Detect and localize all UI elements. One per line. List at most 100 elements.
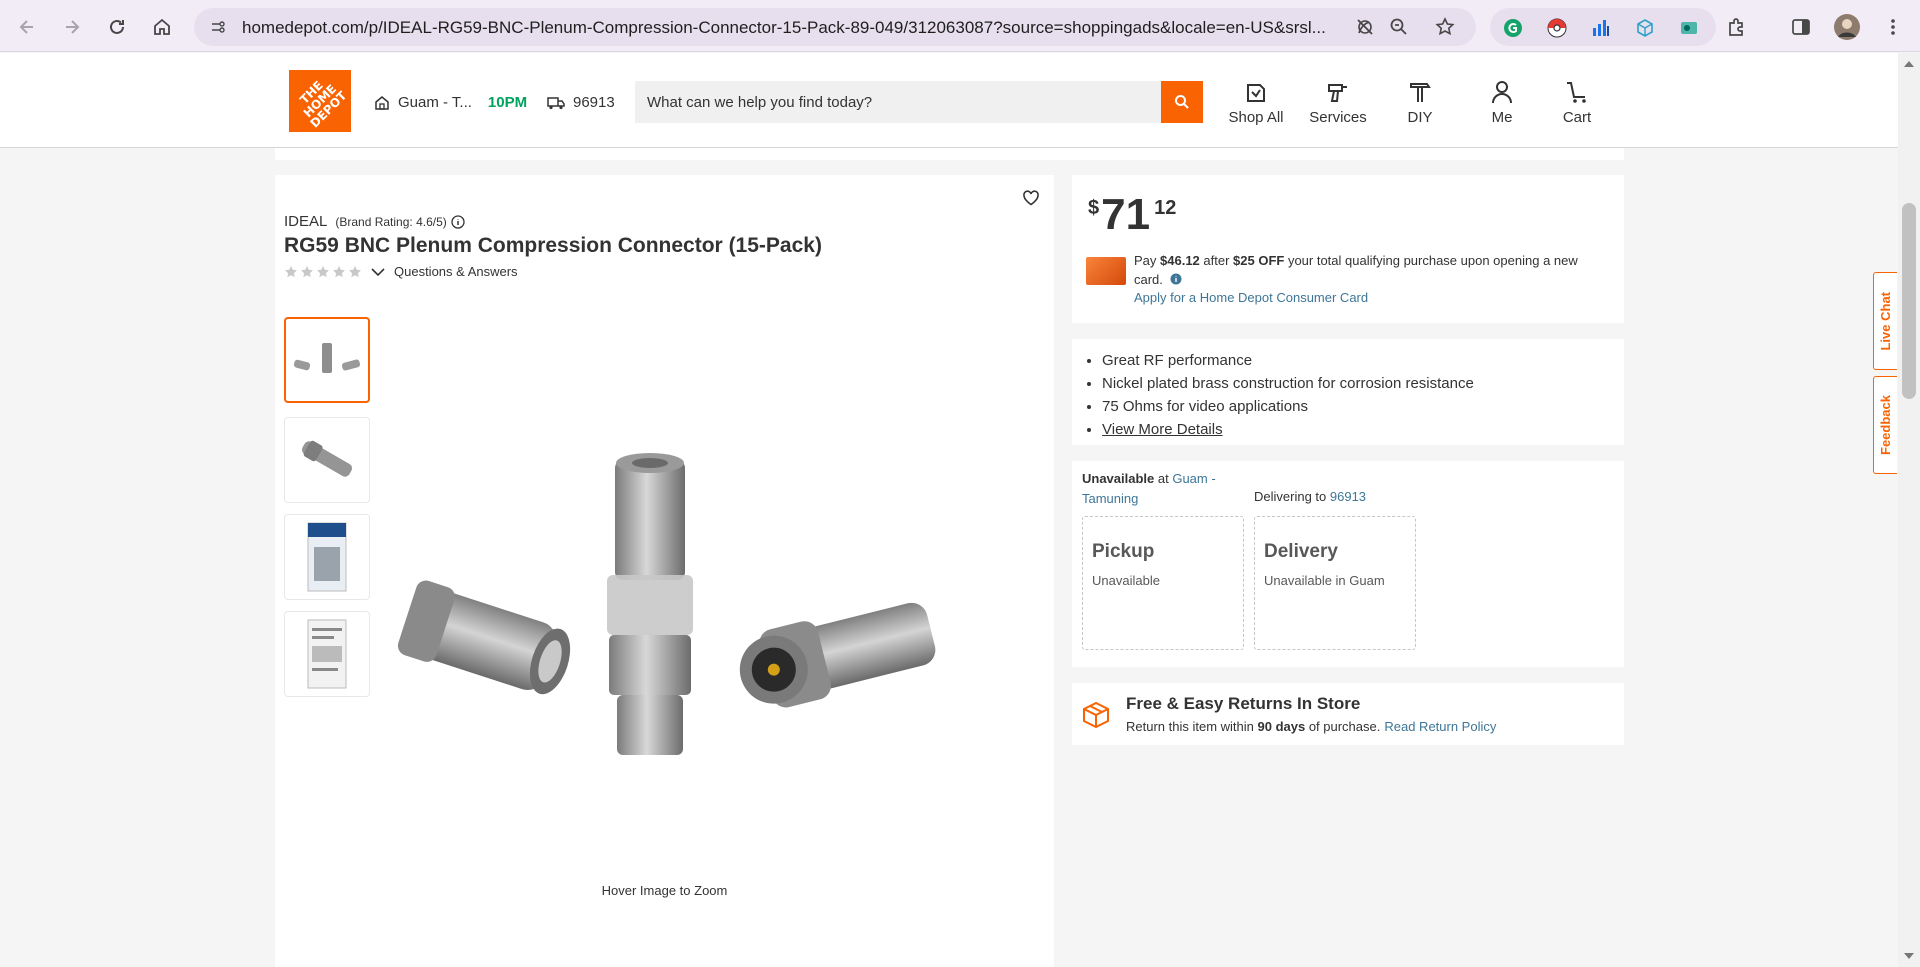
side-panel-button[interactable] xyxy=(1786,12,1816,42)
price: $ 71 12 xyxy=(1088,193,1176,237)
crystal-extension-icon[interactable] xyxy=(1634,17,1656,39)
tracking-protection-icon[interactable] xyxy=(1354,16,1376,38)
package-back-thumbnail-image xyxy=(307,619,347,689)
favorite-heart-icon[interactable] xyxy=(1022,189,1044,211)
delivery-zip-selector[interactable]: 96913 xyxy=(547,94,615,111)
thumbnail-3[interactable] xyxy=(284,514,370,600)
thumbnail-4[interactable] xyxy=(284,611,370,697)
search-icon xyxy=(1175,95,1189,109)
site-info-icon[interactable] xyxy=(206,15,230,39)
delivery-zip-link[interactable]: 96913 xyxy=(1330,489,1366,504)
cart-label: Cart xyxy=(1562,109,1592,126)
cart-button[interactable]: Cart xyxy=(1541,79,1613,126)
price-cents: 12 xyxy=(1154,197,1177,219)
star-icon[interactable] xyxy=(284,265,298,279)
search-button[interactable] xyxy=(1161,81,1203,123)
returns-text: Return this item within 90 days of purch… xyxy=(1126,719,1496,734)
promo-after: after xyxy=(1199,253,1234,268)
live-chat-tab[interactable]: Live Chat xyxy=(1873,272,1897,370)
extensions-area xyxy=(1490,8,1716,46)
address-bar[interactable]: homedepot.com/p/IDEAL-RG59-BNC-Plenum-Co… xyxy=(194,8,1476,46)
forward-button[interactable] xyxy=(55,10,89,44)
view-more-details-link[interactable]: View More Details xyxy=(1102,421,1223,438)
rating-row: Questions & Answers xyxy=(284,264,518,279)
search-box xyxy=(635,81,1161,123)
chevron-down-icon[interactable] xyxy=(370,265,386,279)
thumbnail-2[interactable] xyxy=(284,417,370,503)
site-header: THE HOME DEPOT Guam - T... 10PM 96913 Sh… xyxy=(0,53,1898,148)
scroll-thumb[interactable] xyxy=(1902,203,1916,399)
thumbnail-1[interactable] xyxy=(284,317,370,403)
home-button[interactable] xyxy=(145,10,179,44)
price-dollars: 71 xyxy=(1101,190,1151,239)
star-icon[interactable] xyxy=(332,265,346,279)
home-icon xyxy=(154,18,170,35)
breadcrumb-strip xyxy=(275,148,1624,160)
returns-text-before: Return this item within xyxy=(1126,719,1258,734)
screenshot-extension-icon[interactable] xyxy=(1678,17,1700,39)
credit-card-image xyxy=(1086,257,1126,285)
scroll-up-arrow-icon[interactable] xyxy=(1904,61,1914,67)
bookmark-star-icon[interactable] xyxy=(1434,16,1456,38)
pickup-status: Unavailable xyxy=(1092,573,1160,588)
product-title: RG59 BNC Plenum Compression Connector (1… xyxy=(284,234,822,257)
cart-icon xyxy=(1567,82,1586,103)
scroll-down-arrow-icon[interactable] xyxy=(1904,953,1914,959)
main-product-image[interactable] xyxy=(385,445,945,795)
delivery-option[interactable]: Delivery Unavailable in Guam xyxy=(1254,516,1416,650)
side-panel-icon xyxy=(1792,19,1810,35)
back-button[interactable] xyxy=(10,10,44,44)
reload-button[interactable] xyxy=(100,10,134,44)
pickup-option[interactable]: Pickup Unavailable xyxy=(1082,516,1244,650)
search-input[interactable] xyxy=(635,81,1161,123)
feedback-tab[interactable]: Feedback xyxy=(1873,376,1897,474)
grammarly-icon[interactable] xyxy=(1502,17,1524,39)
store-hours: 10PM xyxy=(487,94,528,111)
at-text: at xyxy=(1154,471,1173,486)
browser-menu-button[interactable] xyxy=(1878,12,1908,42)
diy-label: DIY xyxy=(1407,109,1433,126)
package-thumbnail-image xyxy=(307,522,347,592)
returns-days: 90 days xyxy=(1257,719,1306,734)
extensions-puzzle-button[interactable] xyxy=(1722,12,1752,42)
questions-answers-link[interactable]: Questions & Answers xyxy=(394,264,518,279)
services-button[interactable]: Services xyxy=(1302,79,1374,126)
returns-card: Free & Easy Returns In Store Return this… xyxy=(1072,683,1624,745)
info-icon[interactable] xyxy=(451,214,465,229)
feature-item: 75 Ohms for video applications xyxy=(1102,395,1474,418)
availability-card: Unavailable at Guam - Tamuning Deliverin… xyxy=(1072,461,1624,667)
browser-toolbar: homedepot.com/p/IDEAL-RG59-BNC-Plenum-Co… xyxy=(0,0,1920,52)
star-icon[interactable] xyxy=(348,265,362,279)
page-scrollbar[interactable] xyxy=(1898,53,1920,967)
feature-item: Nickel plated brass construction for cor… xyxy=(1102,372,1474,395)
zoom-icon[interactable] xyxy=(1388,16,1410,38)
info-icon[interactable] xyxy=(1170,273,1182,285)
star-icon[interactable] xyxy=(316,265,330,279)
apply-card-link[interactable]: Apply for a Home Depot Consumer Card xyxy=(1134,290,1368,305)
price-card: $ 71 12 Pay $46.12 after $25 OFF your to… xyxy=(1072,175,1624,323)
feature-item: Great RF performance xyxy=(1102,349,1474,372)
pickup-title: Pickup xyxy=(1092,541,1155,562)
shop-all-icon xyxy=(1247,84,1265,102)
home-depot-logo[interactable]: THE HOME DEPOT xyxy=(289,70,351,132)
profile-avatar-button[interactable] xyxy=(1832,12,1862,42)
account-button[interactable]: Me xyxy=(1466,79,1538,126)
diy-button[interactable]: DIY xyxy=(1384,79,1456,126)
pokeball-extension-icon[interactable] xyxy=(1546,17,1568,39)
puzzle-icon xyxy=(1729,18,1743,36)
url-text[interactable]: homedepot.com/p/IDEAL-RG59-BNC-Plenum-Co… xyxy=(242,18,1342,38)
feedback-label: Feedback xyxy=(1878,395,1893,455)
store-availability: Unavailable at Guam - Tamuning xyxy=(1082,469,1232,509)
reload-icon xyxy=(110,19,124,34)
analytics-extension-icon[interactable] xyxy=(1590,17,1612,39)
delivering-to-label: Delivering to xyxy=(1254,489,1330,504)
unavailable-label: Unavailable xyxy=(1082,471,1155,486)
star-icon[interactable] xyxy=(300,265,314,279)
delivery-zip: 96913 xyxy=(573,94,615,111)
promo-pay: Pay xyxy=(1134,253,1161,268)
store-selector[interactable]: Guam - T... 10PM xyxy=(374,94,527,111)
return-policy-link[interactable]: Read Return Policy xyxy=(1384,719,1496,734)
brand-name[interactable]: IDEAL xyxy=(284,213,327,230)
shop-all-button[interactable]: Shop All xyxy=(1220,79,1292,126)
hover-zoom-hint: Hover Image to Zoom xyxy=(601,883,728,898)
